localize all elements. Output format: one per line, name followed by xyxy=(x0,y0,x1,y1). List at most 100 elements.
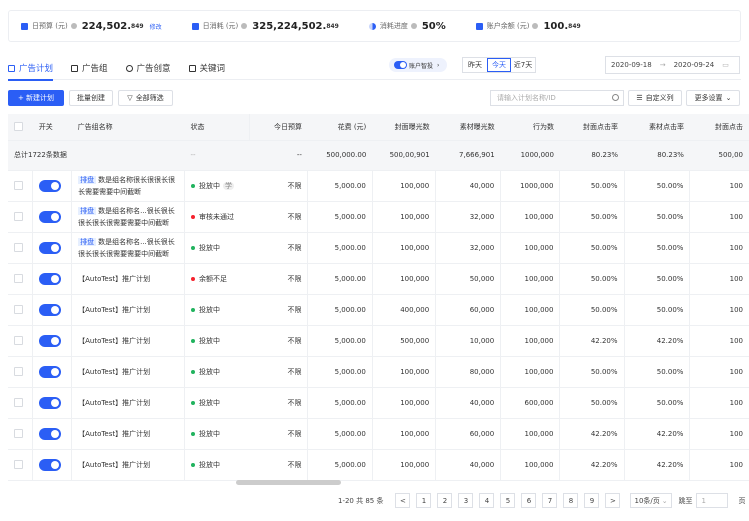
tab-groups[interactable]: 广告组 xyxy=(71,56,108,80)
status-dot xyxy=(191,276,195,281)
row-status-cell: 投放中 xyxy=(184,387,249,419)
seg-7days[interactable]: 近7天 xyxy=(511,58,535,72)
tab-keywords[interactable]: 关键词 xyxy=(188,56,225,80)
table-row[interactable]: 【AutoTest】推广计划 投放中 不限 5,000.00 100,000 80,000… xyxy=(8,356,749,388)
column-header[interactable]: 封面点击率 xyxy=(559,114,625,141)
row-toggle[interactable] xyxy=(39,334,62,347)
table-row[interactable]: 【AutoTest】推广计划 投放中 不限 5,000.00 100,000 40,000… xyxy=(8,387,749,419)
tab-creatives[interactable]: 广告创意 xyxy=(125,56,171,80)
column-header[interactable]: 素材曝光数 xyxy=(435,114,501,141)
row-checkbox[interactable] xyxy=(14,181,23,190)
help-icon[interactable] xyxy=(410,23,417,29)
edit-budget-link[interactable]: 修改 xyxy=(150,22,162,31)
row-name-text[interactable]: 【AutoTest】推广计划 xyxy=(78,368,150,376)
column-header[interactable]: 行为数 xyxy=(500,114,560,141)
row-toggle[interactable] xyxy=(39,365,62,378)
row-name-cell[interactable]: 【AutoTest】推广计划 xyxy=(71,418,185,450)
row-metric: 100,000 xyxy=(500,263,560,295)
row-name-text[interactable]: 【AutoTest】推广计划 xyxy=(78,306,150,314)
horizontal-scrollbar[interactable] xyxy=(236,480,341,485)
table-row[interactable]: 排盘 数是组名称名...很长很长很长很长很需要需要中间截断 投放中 不限 5,000.0… xyxy=(8,232,749,264)
row-checkbox[interactable] xyxy=(14,243,23,252)
page-button[interactable]: 6 xyxy=(521,493,537,508)
column-header[interactable]: 封面点击 xyxy=(689,114,749,141)
seg-yesterday[interactable]: 昨天 xyxy=(463,58,487,72)
row-name-cell[interactable]: 【AutoTest】推广计划 xyxy=(71,325,185,357)
row-name-text[interactable]: 【AutoTest】推广计划 xyxy=(78,337,150,345)
row-toggle[interactable] xyxy=(39,210,62,223)
batch-create-button[interactable]: 批量创建 xyxy=(69,90,113,106)
row-name-cell[interactable]: 【AutoTest】推广计划 xyxy=(71,387,185,419)
row-name-cell[interactable]: 排盘 数是组名称很长很很长很长需要需要中间截断 xyxy=(71,170,185,202)
table-row[interactable]: 【AutoTest】推广计划 投放中 不限 5,000.00 500,000 10,000… xyxy=(8,325,749,357)
row-name-text[interactable]: 【AutoTest】推广计划 xyxy=(78,430,150,438)
row-name-cell[interactable]: 排盘 数是组名称名...很长很长很长很长很需要需要中间截断 xyxy=(71,232,185,264)
table-row[interactable]: 排盘 数是组名称名...很长很长很长很长很需要需要中间截断 审核未通过 不限 5,000… xyxy=(8,201,749,233)
table-row[interactable]: 【AutoTest】推广计划 投放中 不限 5,000.00 100,000 40,000… xyxy=(8,449,749,481)
row-toggle[interactable] xyxy=(39,303,62,316)
page-size-select[interactable]: 10条/页 ⌄ xyxy=(630,493,673,508)
page-button[interactable]: 9 xyxy=(584,493,600,508)
row-checkbox[interactable] xyxy=(14,274,23,283)
smart-delivery-toggle[interactable]: 账户智投 › xyxy=(389,58,447,72)
table-row[interactable]: 【AutoTest】推广计划 投放中 不限 5,000.00 100,000 60,000… xyxy=(8,418,749,450)
page-button[interactable]: 1 xyxy=(416,493,432,508)
page-button[interactable]: 8 xyxy=(563,493,579,508)
row-select-cell xyxy=(8,170,33,202)
page-button[interactable]: 7 xyxy=(542,493,558,508)
column-header[interactable]: 花费 (元) xyxy=(307,114,373,141)
page-button[interactable]: 4 xyxy=(479,493,495,508)
select-all-checkbox[interactable] xyxy=(14,122,23,132)
row-metric: 50.00% xyxy=(623,356,690,388)
date-range-picker[interactable]: 2020-09-18 → 2020-09-24 ▭ xyxy=(605,56,740,74)
help-icon[interactable] xyxy=(532,23,539,29)
help-icon[interactable] xyxy=(241,23,248,29)
row-checkbox[interactable] xyxy=(14,305,23,314)
row-metric: 100 xyxy=(689,356,749,388)
row-name-text[interactable]: 【AutoTest】推广计划 xyxy=(78,399,150,407)
help-icon[interactable] xyxy=(70,23,77,29)
row-name-cell[interactable]: 【AutoTest】推广计划 xyxy=(71,263,185,295)
filter-all-button[interactable]: ▽ 全部筛选 xyxy=(118,90,173,106)
column-header[interactable]: 封面曝光数 xyxy=(372,114,436,141)
row-checkbox[interactable] xyxy=(14,212,23,221)
row-toggle[interactable] xyxy=(39,458,62,471)
row-checkbox[interactable] xyxy=(14,429,23,438)
chevron-right-icon: › xyxy=(437,61,440,69)
row-name-cell[interactable]: 【AutoTest】推广计划 xyxy=(71,356,185,388)
search-input[interactable]: 请输入计划名称/ID xyxy=(490,90,624,106)
jump-page-input[interactable]: 1 xyxy=(696,493,729,508)
row-toggle[interactable] xyxy=(39,272,62,285)
row-toggle[interactable] xyxy=(39,396,62,409)
prev-page-button[interactable]: < xyxy=(395,493,411,508)
row-name-text[interactable]: 【AutoTest】推广计划 xyxy=(78,275,150,283)
row-checkbox[interactable] xyxy=(14,398,23,407)
row-name: 【AutoTest】推广计划 xyxy=(78,428,178,440)
page-button[interactable]: 2 xyxy=(437,493,453,508)
table-row[interactable]: 排盘 数是组名称很长很很长很长需要需要中间截断 投放中学不限 5,000.00 100,… xyxy=(8,170,749,202)
seg-today[interactable]: 今天 xyxy=(487,58,511,72)
toggle-switch[interactable] xyxy=(394,61,407,69)
row-name-cell[interactable]: 【AutoTest】推广计划 xyxy=(71,449,185,481)
tab-plans[interactable]: 广告计划 xyxy=(8,56,54,81)
row-metric: 100 xyxy=(689,232,749,264)
custom-columns-button[interactable]: ☰ 自定义列 xyxy=(628,90,682,106)
row-toggle[interactable] xyxy=(39,427,62,440)
new-plan-button[interactable]: + 新建计划 xyxy=(8,90,64,106)
more-settings-button[interactable]: 更多设置 ⌄ xyxy=(686,90,740,106)
column-header[interactable]: 素材点击率 xyxy=(624,114,690,141)
next-page-button[interactable]: > xyxy=(605,493,621,508)
table-row[interactable]: 【AutoTest】推广计划 余额不足 不限 5,000.00 100,000 50,00… xyxy=(8,263,749,295)
search-icon[interactable] xyxy=(612,94,619,101)
table-row[interactable]: 【AutoTest】推广计划 投放中 不限 5,000.00 400,000 60,000… xyxy=(8,294,749,326)
row-name-cell[interactable]: 【AutoTest】推广计划 xyxy=(71,294,185,326)
row-checkbox[interactable] xyxy=(14,460,23,469)
row-name-text[interactable]: 【AutoTest】推广计划 xyxy=(78,461,150,469)
page-button[interactable]: 5 xyxy=(500,493,516,508)
page-button[interactable]: 3 xyxy=(458,493,474,508)
row-checkbox[interactable] xyxy=(14,367,23,376)
row-toggle[interactable] xyxy=(39,179,62,192)
row-checkbox[interactable] xyxy=(14,336,23,345)
row-name-cell[interactable]: 排盘 数是组名称名...很长很长很长很长很需要需要中间截断 xyxy=(71,201,185,233)
row-toggle[interactable] xyxy=(39,241,62,254)
